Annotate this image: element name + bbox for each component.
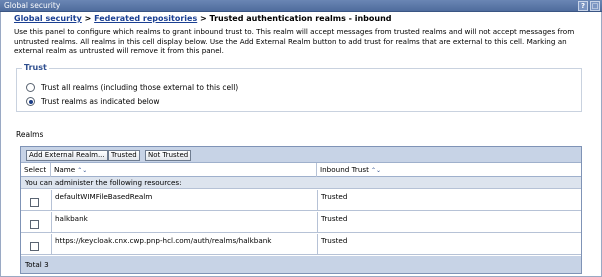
- realm-name: halkbank: [55, 214, 88, 223]
- admin-note: You can administer the following resourc…: [21, 177, 581, 189]
- add-external-realm-button[interactable]: Add External Realm...: [26, 150, 108, 161]
- table-total: Total 3: [21, 256, 581, 273]
- table-row: halkbank Trusted: [21, 212, 581, 233]
- realm-name: https://keycloak.cnx.cwp.pnp-hcl.com/aut…: [55, 236, 272, 245]
- row-checkbox[interactable]: [30, 220, 39, 229]
- window-titlebar: Global security ? □: [0, 0, 602, 12]
- row-checkbox[interactable]: [30, 198, 39, 207]
- breadcrumb-link-federated-repositories[interactable]: Federated repositories: [94, 14, 197, 23]
- table-toolbar: Add External Realm... Trusted Not Truste…: [21, 147, 581, 163]
- panel-description: Use this panel to configure which realms…: [14, 27, 575, 56]
- column-header-select: Select: [21, 163, 51, 177]
- breadcrumb-link-global-security[interactable]: Global security: [14, 14, 82, 23]
- column-header-inbound-trust[interactable]: Inbound Trust ⌃⌄: [317, 163, 581, 177]
- radio-label: Trust realms as indicated below: [41, 97, 160, 106]
- breadcrumb-separator: >: [81, 14, 95, 23]
- realms-table: Add External Realm... Trusted Not Truste…: [20, 146, 582, 274]
- trust-legend: Trust: [22, 63, 49, 72]
- window-title: Global security: [4, 1, 61, 10]
- breadcrumb-current: Trusted authentication realms - inbound: [209, 14, 392, 23]
- radio-trust-all[interactable]: Trust all realms (including those extern…: [26, 83, 238, 92]
- breadcrumb: Global security > Federated repositories…: [14, 14, 392, 23]
- realm-name: defaultWIMFileBasedRealm: [55, 192, 153, 201]
- sort-icon[interactable]: ⌃⌄: [371, 167, 381, 174]
- maximize-icon[interactable]: □: [590, 1, 600, 11]
- realms-label: Realms: [16, 130, 44, 139]
- column-header-name-label: Name: [54, 165, 76, 174]
- table-row: https://keycloak.cnx.cwp.pnp-hcl.com/aut…: [21, 234, 581, 255]
- radio-trust-indicated[interactable]: Trust realms as indicated below: [26, 97, 160, 106]
- trusted-button[interactable]: Trusted: [108, 150, 140, 161]
- radio-button[interactable]: [26, 83, 35, 92]
- realm-trust: Trusted: [321, 192, 348, 201]
- row-checkbox[interactable]: [30, 242, 39, 251]
- table-header: Select Name ⌃⌄ Inbound Trust ⌃⌄: [21, 163, 581, 177]
- column-header-inbound-trust-label: Inbound Trust: [320, 165, 369, 174]
- radio-button-selected[interactable]: [26, 97, 35, 106]
- realm-trust: Trusted: [321, 214, 348, 223]
- realm-trust: Trusted: [321, 236, 348, 245]
- table-row: defaultWIMFileBasedRealm Trusted: [21, 190, 581, 211]
- radio-label: Trust all realms (including those extern…: [41, 83, 239, 92]
- sort-icon[interactable]: ⌃⌄: [77, 167, 87, 174]
- help-icon[interactable]: ?: [578, 1, 588, 11]
- breadcrumb-separator: >: [197, 14, 210, 23]
- column-header-name[interactable]: Name ⌃⌄: [51, 163, 317, 177]
- not-trusted-button[interactable]: Not Trusted: [145, 150, 192, 161]
